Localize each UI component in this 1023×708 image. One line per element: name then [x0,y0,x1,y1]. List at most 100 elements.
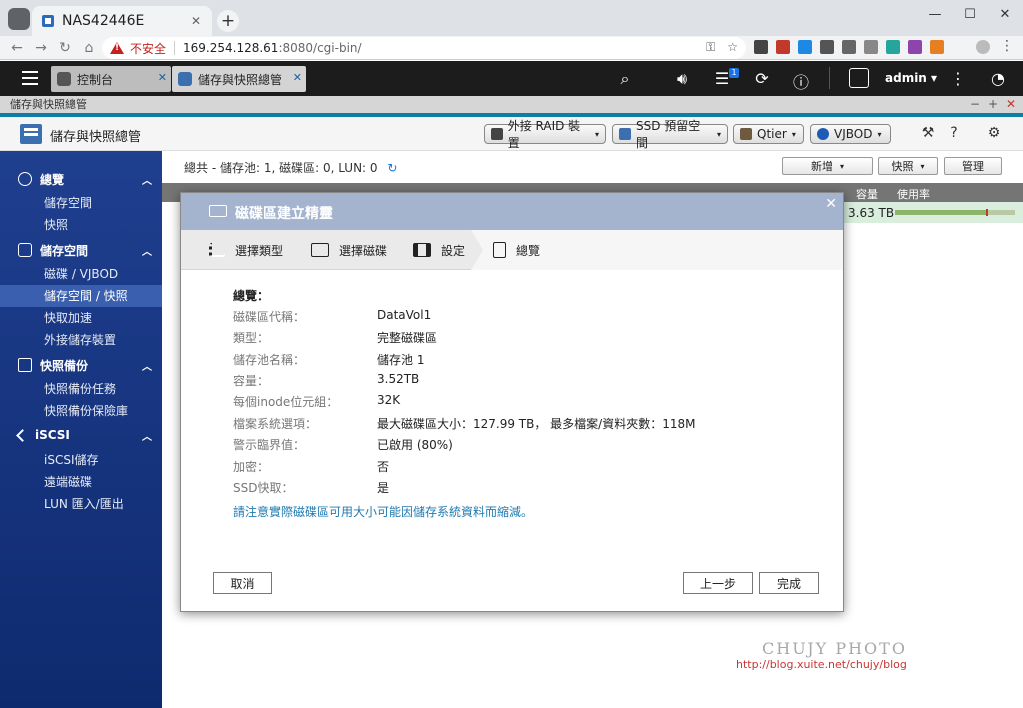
user-avatar-icon[interactable] [849,68,869,88]
sidebar-item-remote-disk[interactable]: 遠端磁碟 [0,471,162,493]
ssd-overprovision-button[interactable]: SSD 預留空間 ▾ [612,119,728,150]
sidebar-group-overview[interactable]: 總覽 ︿ [0,168,162,190]
extension-icon[interactable] [754,40,768,54]
storage-manager-logo-icon [20,124,42,144]
sidebar-item-external-storage[interactable]: 外接儲存裝置 [0,329,162,351]
step-label: 選擇類型 [235,243,284,258]
sidebar-item-lun-import-export[interactable]: LUN 匯入/匯出 [0,493,162,515]
field-label: 類型： [233,331,270,345]
minimize-window-button[interactable]: — [918,0,952,28]
external-device-icon[interactable]: ⟳ [752,69,772,88]
volume-icon[interactable]: 🔊︎ [672,69,692,89]
button-label: 管理 [962,160,984,173]
qtier-button[interactable]: Qtier ▾ [733,124,804,144]
table-row[interactable]: 3.63 TB [843,202,1023,223]
column-header-capacity[interactable]: 容量 [856,186,878,202]
more-options-icon[interactable]: ⋮ [948,69,968,88]
chrome-menu-icon[interactable]: ⋮ [1000,38,1014,54]
forward-arrow-icon[interactable]: → [32,38,50,58]
browser-tab[interactable]: NAS42446E ✕ [32,6,212,36]
key-icon[interactable]: ⚿ [706,40,715,55]
external-raid-button[interactable]: 外接 RAID 裝置 ▾ [484,119,606,150]
user-menu[interactable]: admin ▾ [885,71,937,85]
chrome-avatar-icon[interactable] [976,40,990,54]
summary-section-title: 總覽： [233,289,270,303]
close-icon[interactable]: ✕ [293,71,302,84]
sidebar-item-storage[interactable]: 儲存空間 [0,192,162,214]
adblock-icon[interactable] [776,40,790,54]
close-window-button[interactable]: ✕ [988,0,1022,28]
sidebar-item-cache-acceleration[interactable]: 快取加速 [0,307,162,329]
sidebar-item-snapshot-vault[interactable]: 快照備份保險庫 [0,400,162,422]
extension-icon[interactable] [798,40,812,54]
close-icon[interactable]: ✕ [825,196,837,212]
bookmark-star-icon[interactable]: ☆ [727,40,738,55]
step-label: 總覽 [516,243,541,258]
sidebar-group-snapshot-backup[interactable]: 快照備份 ︿ [0,354,162,376]
new-tab-button[interactable]: + [217,10,239,32]
close-tab-icon[interactable]: ✕ [188,14,204,28]
reload-icon[interactable]: ↻ [56,38,74,58]
column-header-usage[interactable]: 使用率 [897,186,930,202]
summary-text: 總共 - 儲存池: 1, 磁碟區: 0, LUN: 0 [184,161,378,175]
back-button[interactable]: 上一步 [683,572,753,594]
step-separator [471,230,483,270]
home-icon[interactable]: ⌂ [80,38,98,58]
ssd-icon [619,128,631,140]
maximize-window-button[interactable]: ☐ [953,0,987,28]
finish-button[interactable]: 完成 [759,572,819,594]
sidebar-group-iscsi[interactable]: iSCSI ︿ [0,424,162,446]
extension-icon[interactable] [820,40,834,54]
sidebar-group-storage[interactable]: 儲存空間 ︿ [0,239,162,261]
app-close-button[interactable]: ✕ [1006,96,1016,113]
vjbod-button[interactable]: VJBOD ▾ [810,124,891,144]
iscsi-share-icon [16,428,29,442]
field-value: 否 [377,460,390,474]
sidebar-item-snapshot[interactable]: 快照 [0,214,162,236]
extension-icon[interactable] [930,40,944,54]
extension-icon[interactable] [908,40,922,54]
step-settings: 設定 [413,230,465,270]
sidebar: 總覽 ︿ 儲存空間 快照 儲存空間 ︿ 磁碟 / VJBOD 儲存空間 / 快照… [0,151,162,708]
checklist-icon [493,242,506,258]
database-icon [18,243,32,257]
header-button-label: Qtier [757,127,787,141]
close-icon[interactable]: ✕ [158,71,167,84]
create-button[interactable]: 新增 ▾ [782,157,873,175]
wizard-header: 磁碟區建立精靈 ✕ [181,193,843,230]
qts-tab-storage-manager[interactable]: 儲存與快照總管 ✕ [172,66,306,92]
qtier-icon [740,128,752,140]
main-menu-icon[interactable] [22,71,38,85]
extension-icon[interactable] [842,40,856,54]
field-label: 容量： [233,374,270,388]
snapshot-button[interactable]: 快照 ▾ [878,157,938,175]
cancel-button[interactable]: 取消 [213,572,272,594]
step-label: 選擇磁碟 [339,243,388,258]
manage-button[interactable]: 管理 [944,157,1002,175]
field-value: 32K [377,393,401,407]
app-minimize-button[interactable]: − [970,96,980,113]
sidebar-item-storage-snapshots[interactable]: 儲存空間 / 快照 [0,285,162,307]
help-icon[interactable]: ? [945,125,963,143]
usage-bar-fill [895,210,987,215]
app-maximize-button[interactable]: + [988,96,998,113]
usage-bar [895,209,1015,216]
refresh-icon[interactable]: ↻ [387,161,397,175]
url-omnibox[interactable]: 不安全 169.254.128.61:8080/cgi-bin/ ⚿ ☆ [102,37,746,59]
header-button-label: VJBOD [834,127,873,141]
step-select-disks: 選擇磁碟 [311,230,387,270]
info-icon[interactable]: ⓘ [791,69,811,93]
sidebar-item-disks-vjbod[interactable]: 磁碟 / VJBOD [0,263,162,285]
extension-icon[interactable] [864,40,878,54]
search-icon[interactable]: ⌕ [615,69,635,89]
browser-profile-icon[interactable] [8,8,30,30]
sidebar-item-snapshot-backup-jobs[interactable]: 快照備份任務 [0,378,162,400]
settings-gear-icon[interactable]: ⚙ [985,125,1003,143]
extension-icon[interactable] [886,40,900,54]
sidebar-item-iscsi-storage[interactable]: iSCSI儲存 [0,449,162,471]
sidebar-group-label: iSCSI [35,428,70,442]
dashboard-gauge-icon[interactable]: ◔ [988,69,1008,88]
tools-icon[interactable]: ⚒ [919,125,937,143]
qts-tab-control-panel[interactable]: 控制台 ✕ [51,66,171,92]
back-arrow-icon[interactable]: ← [8,38,26,58]
